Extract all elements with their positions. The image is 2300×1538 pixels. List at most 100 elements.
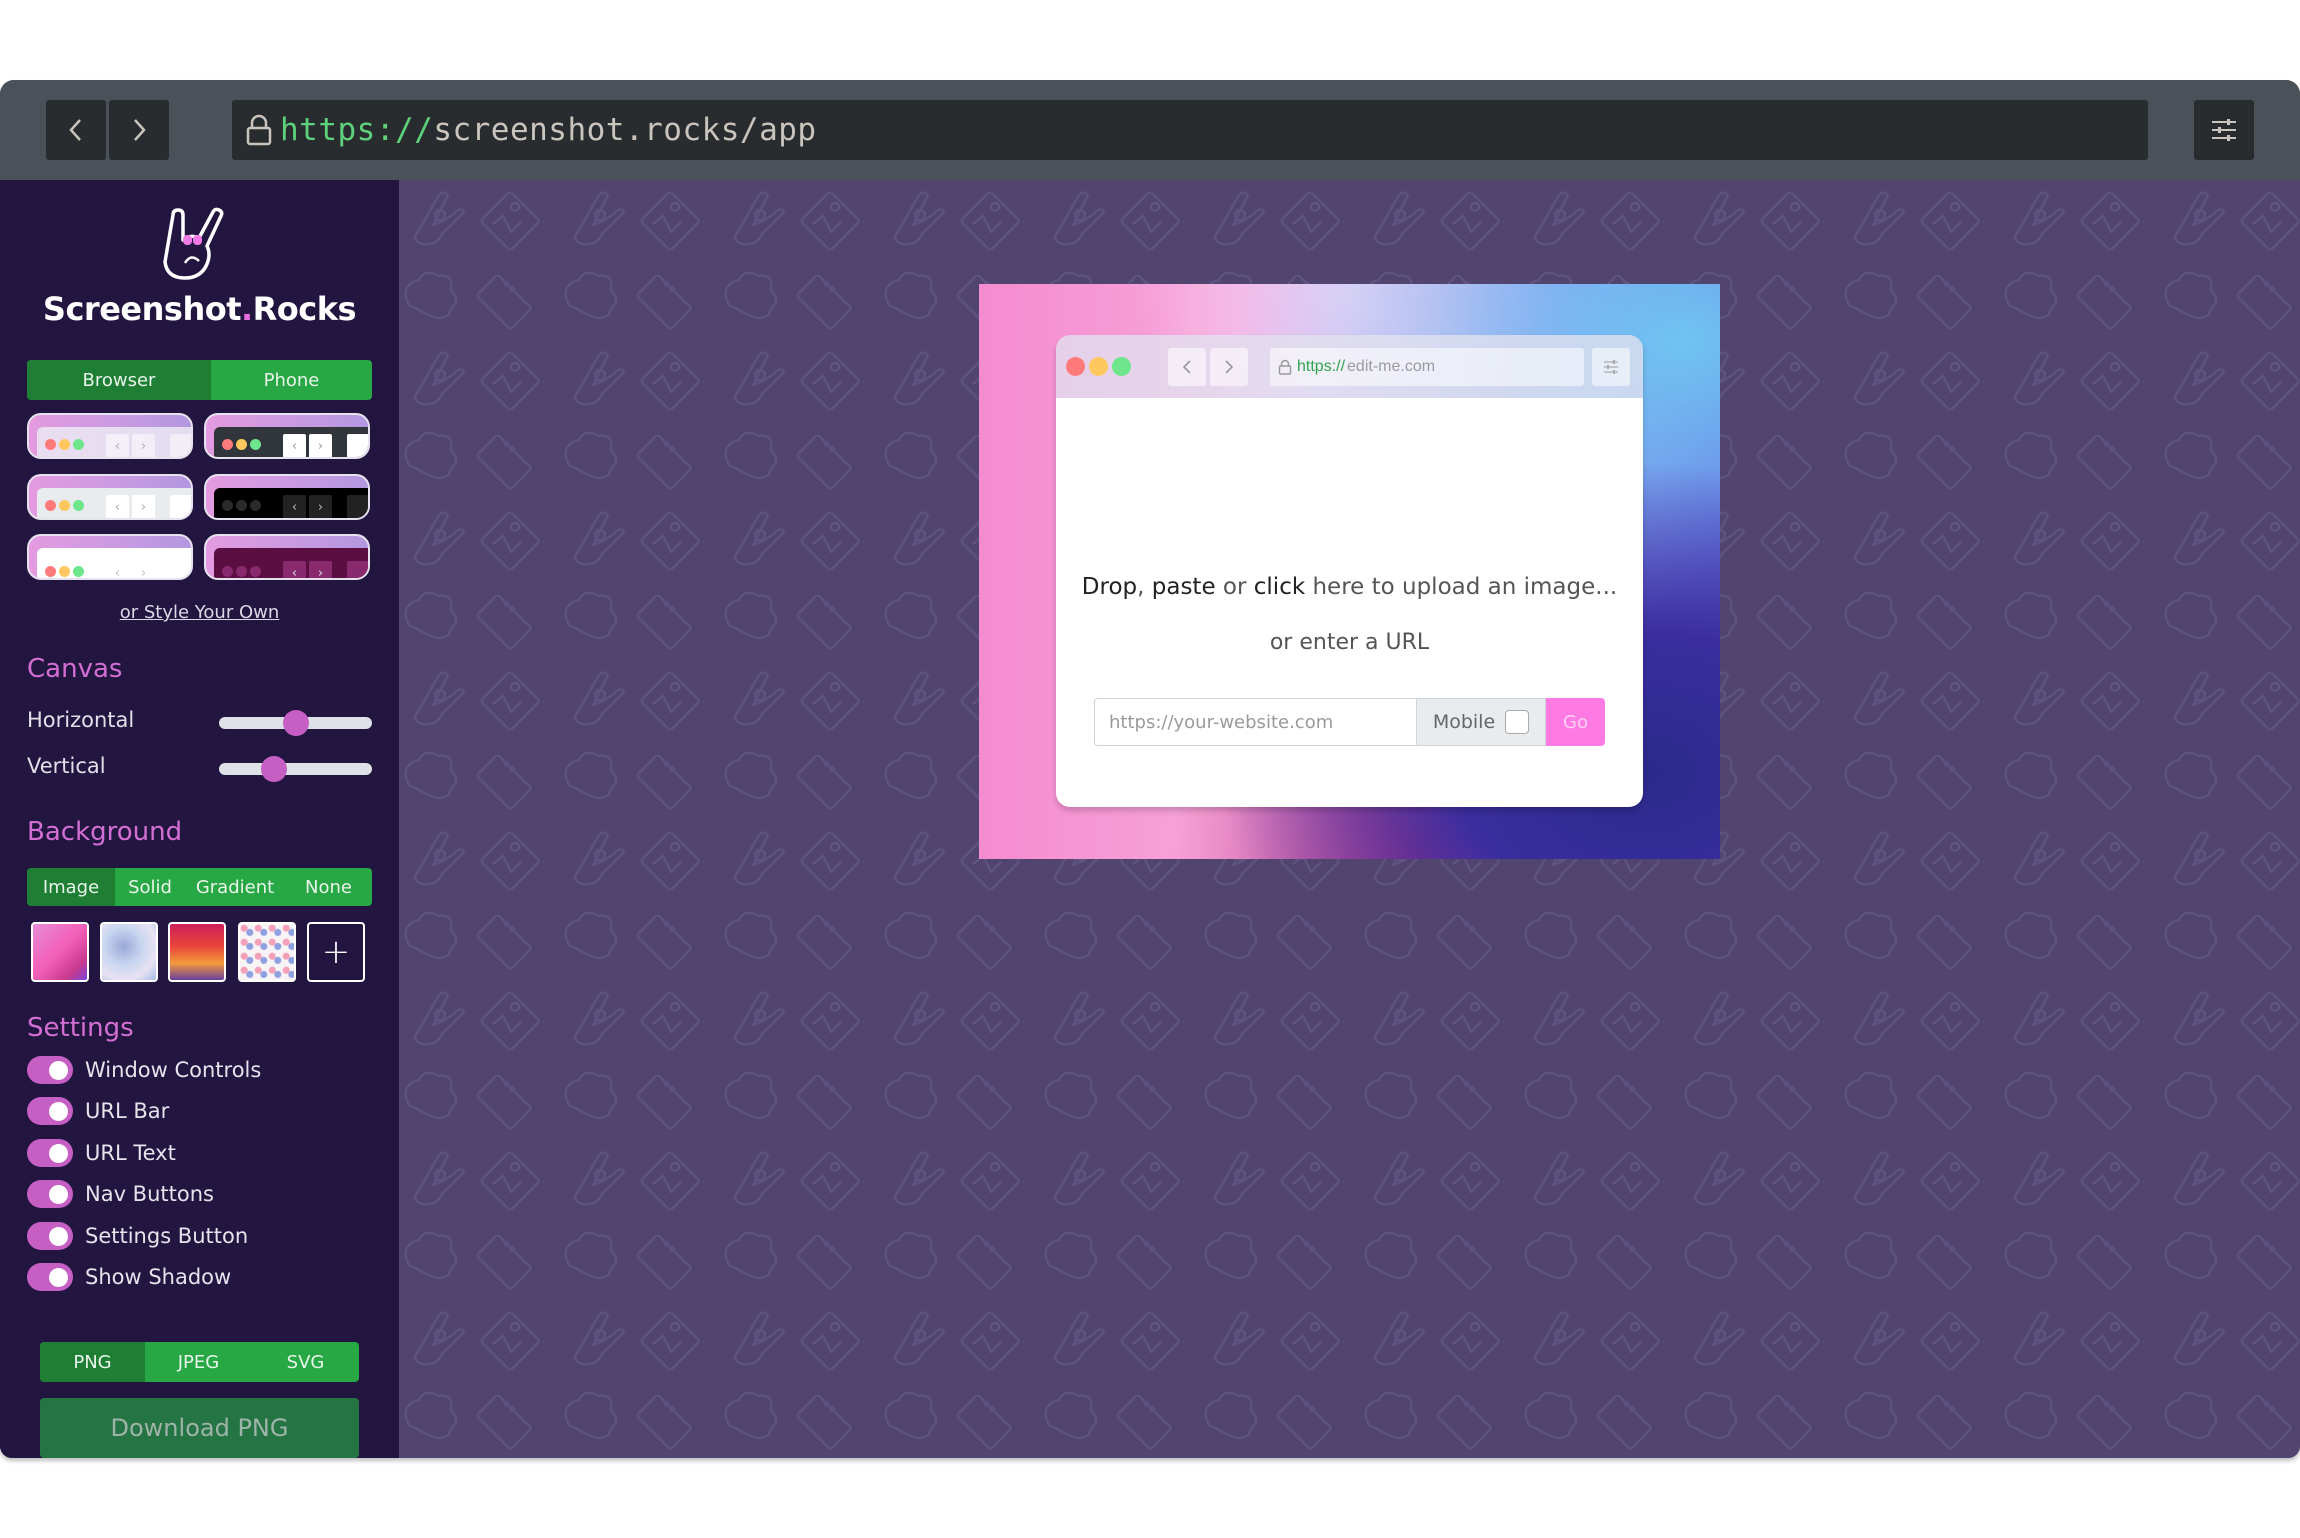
sliders-icon [2212, 119, 2236, 141]
click-word: click [1253, 574, 1306, 600]
vertical-slider[interactable] [219, 756, 372, 782]
tab-none[interactable]: None [285, 868, 372, 906]
toggle-switch[interactable] [27, 1263, 73, 1291]
mock-forward-button[interactable] [1210, 348, 1248, 386]
browser-settings-button[interactable] [2194, 100, 2254, 160]
mobile-checkbox[interactable] [1505, 710, 1530, 734]
add-background-button[interactable]: + [307, 922, 365, 982]
upload-instructions[interactable]: Drop, paste or click here to upload an i… [1056, 574, 1643, 600]
chevron-left-icon [1182, 360, 1191, 374]
sidebar: Screenshot.Rocks Browser Phone ‹ › ‹ › ‹… [0, 180, 399, 1458]
go-button[interactable]: Go [1546, 698, 1605, 746]
drop-word: Drop [1081, 574, 1138, 600]
screenshot-preview[interactable]: https://edit-me.com Drop, paste or click… [979, 284, 1720, 859]
address-text: https://screenshot.rocks/app [280, 112, 817, 148]
brand-dot: . [241, 290, 253, 328]
comma: , [1137, 574, 1152, 600]
mock-browser-window: https://edit-me.com Drop, paste or click… [1056, 335, 1643, 807]
format-jpeg[interactable]: JPEG [145, 1342, 252, 1382]
forward-button[interactable] [109, 100, 169, 160]
canvas-section-title: Canvas [27, 654, 123, 684]
tab-phone[interactable]: Phone [211, 360, 372, 400]
toggle-label: Show Shadow [85, 1265, 232, 1289]
format-tabs: PNG JPEG SVG [40, 1342, 359, 1382]
chevron-left-icon [69, 119, 81, 141]
mobile-label: Mobile [1432, 711, 1496, 733]
theme-plum[interactable]: ‹ › [204, 534, 370, 580]
toggle-switch[interactable] [27, 1222, 73, 1250]
mock-settings-button[interactable] [1592, 348, 1630, 386]
theme-white[interactable]: ‹ › [27, 534, 193, 580]
toggle-url-bar[interactable]: URL Bar [27, 1096, 169, 1126]
chevron-right-icon [134, 119, 146, 141]
back-button[interactable] [46, 100, 106, 160]
format-svg[interactable]: SVG [252, 1342, 359, 1382]
toggle-switch[interactable] [27, 1056, 73, 1084]
theme-black[interactable]: ‹ › [204, 474, 370, 520]
toggle-label: Settings Button [85, 1224, 249, 1248]
style-your-own-link[interactable]: or Style Your Own [0, 602, 399, 623]
horizontal-slider[interactable] [219, 710, 372, 736]
background-section-title: Background [27, 817, 183, 847]
mock-url-host: edit-me.com [1347, 358, 1436, 375]
toggle-label: URL Bar [85, 1099, 170, 1123]
brand-name: Screenshot.Rocks [0, 290, 399, 328]
toggle-label: Nav Buttons [85, 1182, 214, 1206]
mobile-option[interactable]: Mobile [1416, 698, 1546, 746]
sliders-icon [1604, 360, 1618, 374]
brand-name-main: Screenshot [42, 290, 242, 328]
mock-address-bar[interactable]: https://edit-me.com [1270, 348, 1584, 386]
theme-light-translucent[interactable]: ‹ › [27, 413, 193, 459]
toggle-label: Window Controls [85, 1058, 262, 1082]
toggle-nav-buttons[interactable]: Nav Buttons [27, 1179, 214, 1209]
maximize-dot-icon [1112, 357, 1131, 376]
address-bar[interactable]: https://screenshot.rocks/app [232, 100, 2148, 160]
lock-icon [246, 114, 272, 146]
toggle-switch[interactable] [27, 1139, 73, 1167]
background-swatch-floral[interactable] [238, 922, 296, 982]
vertical-label: Vertical [27, 754, 106, 778]
toggle-switch[interactable] [27, 1097, 73, 1125]
settings-section-title: Settings [27, 1013, 134, 1043]
toggle-label: URL Text [85, 1141, 176, 1165]
tab-gradient[interactable]: Gradient [185, 868, 285, 906]
paste-word: paste [1151, 574, 1216, 600]
toggle-switch[interactable] [27, 1180, 73, 1208]
lock-icon [1278, 359, 1292, 375]
tab-image[interactable]: Image [27, 868, 115, 906]
tab-browser[interactable]: Browser [27, 360, 211, 400]
background-swatch-pink-galaxy[interactable] [31, 922, 89, 982]
toggle-settings-button[interactable]: Settings Button [27, 1221, 248, 1251]
rock-hand-logo-icon [163, 207, 224, 280]
vertical-slider-thumb[interactable] [261, 756, 288, 782]
close-dot-icon [1066, 357, 1085, 376]
toggle-show-shadow[interactable]: Show Shadow [27, 1262, 231, 1292]
window-controls [1066, 357, 1131, 376]
or-enter-url-label: or enter a URL [1269, 630, 1430, 655]
theme-light-gray[interactable]: ‹ › [27, 474, 193, 520]
toggle-window-controls[interactable]: Window Controls [27, 1055, 261, 1085]
background-swatch-blue-watercolor[interactable] [100, 922, 158, 982]
theme-dark-gray[interactable]: ‹ › [204, 413, 370, 459]
address-host-path: screenshot.rocks/app [433, 112, 817, 148]
mock-browser-toolbar: https://edit-me.com [1056, 335, 1643, 398]
mock-back-button[interactable] [1168, 348, 1206, 386]
horizontal-slider-thumb[interactable] [282, 710, 309, 736]
chevron-right-icon [1225, 360, 1234, 374]
toggle-url-text[interactable]: URL Text [27, 1138, 176, 1168]
minimize-dot-icon [1089, 357, 1108, 376]
background-swatch-sunset-gradient[interactable] [168, 922, 226, 982]
device-mode-tabs: Browser Phone [27, 360, 372, 400]
tab-solid[interactable]: Solid [115, 868, 185, 906]
upload-area[interactable]: Drop, paste or click here to upload an i… [1056, 398, 1643, 807]
canvas-area: https://edit-me.com Drop, paste or click… [399, 180, 2300, 1458]
background-type-tabs: Image Solid Gradient None [27, 868, 372, 906]
website-url-input[interactable] [1094, 698, 1416, 746]
app-window: https://screenshot.rocks/app Screenshot.… [0, 80, 2300, 1458]
download-button[interactable]: Download PNG [40, 1398, 359, 1458]
upload-rest-text: here to upload an image... [1305, 574, 1618, 600]
browser-toolbar: https://screenshot.rocks/app [0, 80, 2300, 180]
format-png[interactable]: PNG [40, 1342, 145, 1382]
brand-name-suffix: Rocks [252, 290, 357, 328]
mock-url-protocol: https:// [1297, 358, 1346, 375]
